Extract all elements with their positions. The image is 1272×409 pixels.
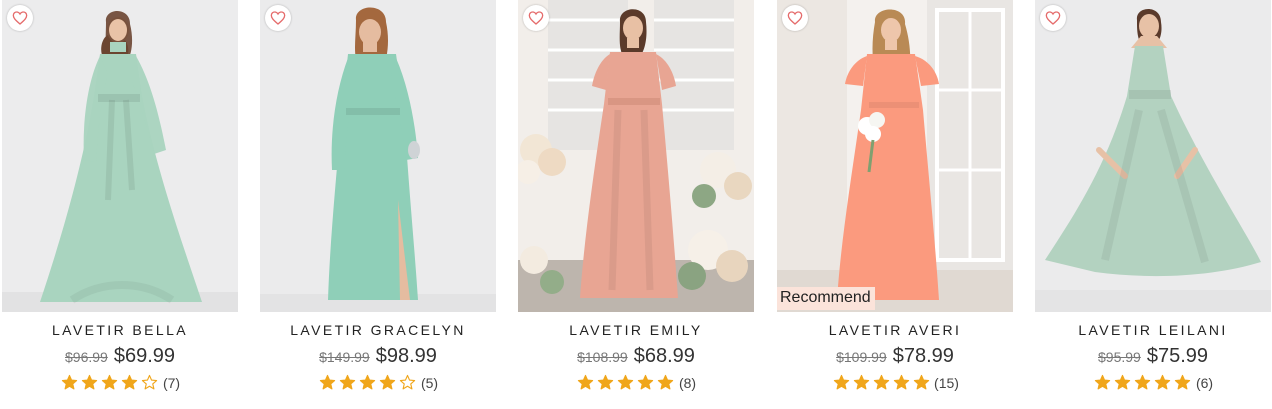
favorite-button[interactable] bbox=[265, 5, 291, 31]
heart-outline-icon bbox=[12, 11, 28, 25]
star-filled-icon bbox=[320, 374, 336, 390]
favorite-button[interactable] bbox=[7, 5, 33, 31]
star-outline-icon bbox=[400, 374, 416, 390]
sale-price: $68.99 bbox=[633, 345, 695, 367]
price-row: $149.99 $98.99 bbox=[260, 344, 496, 370]
product-image[interactable] bbox=[518, 0, 754, 312]
price-row: $108.99 $68.99 bbox=[518, 344, 754, 370]
heart-outline-icon bbox=[787, 11, 803, 25]
star-filled-icon bbox=[618, 374, 634, 390]
price-row: $95.99 $75.99 bbox=[1035, 344, 1271, 370]
price-row: $109.99 $78.99 bbox=[777, 344, 1013, 370]
product-card[interactable]: LAVETIR EMILY $108.99 $68.99 (8) bbox=[518, 0, 754, 409]
star-filled-icon bbox=[360, 374, 376, 390]
favorite-button[interactable] bbox=[782, 5, 808, 31]
star-filled-icon bbox=[102, 374, 118, 390]
review-count[interactable]: (15) bbox=[934, 375, 959, 391]
review-count[interactable]: (8) bbox=[679, 375, 696, 391]
star-filled-icon bbox=[1115, 374, 1131, 390]
product-name[interactable]: LAVETIR EMILY bbox=[518, 322, 754, 338]
star-filled-icon bbox=[638, 374, 654, 390]
product-name[interactable]: LAVETIR LEILANI bbox=[1035, 322, 1271, 338]
original-price: $96.99 bbox=[65, 349, 108, 365]
sale-price: $75.99 bbox=[1146, 345, 1208, 367]
product-card[interactable]: LAVETIR LEILANI $95.99 $75.99 (6) bbox=[1035, 0, 1271, 409]
star-filled-icon bbox=[82, 374, 98, 390]
sale-price: $98.99 bbox=[375, 345, 437, 367]
star-outline-icon bbox=[142, 374, 158, 390]
original-price: $149.99 bbox=[319, 349, 370, 365]
product-name[interactable]: LAVETIR GRACELYN bbox=[260, 322, 496, 338]
product-name[interactable]: LAVETIR BELLA bbox=[2, 322, 238, 338]
star-filled-icon bbox=[340, 374, 356, 390]
star-filled-icon bbox=[1095, 374, 1111, 390]
rating: (6) bbox=[1035, 374, 1271, 391]
product-card[interactable]: LAVETIR GRACELYN $149.99 $98.99 (5) bbox=[260, 0, 496, 409]
heart-outline-icon bbox=[528, 11, 544, 25]
heart-outline-icon bbox=[1045, 11, 1061, 25]
review-count[interactable]: (6) bbox=[1196, 375, 1213, 391]
product-name[interactable]: LAVETIR AVERI bbox=[777, 322, 1013, 338]
price-row: $96.99 $69.99 bbox=[2, 344, 238, 370]
rating: (5) bbox=[260, 374, 496, 391]
star-filled-icon bbox=[853, 374, 869, 390]
rating: (7) bbox=[2, 374, 238, 391]
original-price: $95.99 bbox=[1098, 349, 1141, 365]
original-price: $108.99 bbox=[577, 349, 628, 365]
star-filled-icon bbox=[380, 374, 396, 390]
product-image[interactable] bbox=[2, 0, 238, 312]
review-count[interactable]: (7) bbox=[163, 375, 180, 391]
star-filled-icon bbox=[873, 374, 889, 390]
rating: (15) bbox=[777, 374, 1013, 391]
star-filled-icon bbox=[122, 374, 138, 390]
star-filled-icon bbox=[1135, 374, 1151, 390]
star-filled-icon bbox=[1155, 374, 1171, 390]
product-image[interactable] bbox=[260, 0, 496, 312]
product-grid: LAVETIR BELLA $96.99 $69.99 (7) LAVETIR … bbox=[0, 0, 1272, 409]
recommend-badge: Recommend bbox=[777, 287, 875, 310]
sale-price: $78.99 bbox=[892, 345, 954, 367]
star-filled-icon bbox=[658, 374, 674, 390]
star-filled-icon bbox=[62, 374, 78, 390]
favorite-button[interactable] bbox=[523, 5, 549, 31]
star-filled-icon bbox=[1175, 374, 1191, 390]
heart-outline-icon bbox=[270, 11, 286, 25]
star-filled-icon bbox=[833, 374, 849, 390]
product-image[interactable]: Recommend bbox=[777, 0, 1013, 312]
star-filled-icon bbox=[893, 374, 909, 390]
product-image[interactable] bbox=[1035, 0, 1271, 312]
review-count[interactable]: (5) bbox=[421, 375, 438, 391]
star-filled-icon bbox=[598, 374, 614, 390]
original-price: $109.99 bbox=[836, 349, 887, 365]
star-filled-icon bbox=[578, 374, 594, 390]
favorite-button[interactable] bbox=[1040, 5, 1066, 31]
product-card[interactable]: LAVETIR BELLA $96.99 $69.99 (7) bbox=[2, 0, 238, 409]
rating: (8) bbox=[518, 374, 754, 391]
product-card[interactable]: Recommend LAVETIR AVERI $109.99 $78.99 (1… bbox=[777, 0, 1013, 409]
star-filled-icon bbox=[913, 374, 929, 390]
sale-price: $69.99 bbox=[113, 345, 175, 367]
